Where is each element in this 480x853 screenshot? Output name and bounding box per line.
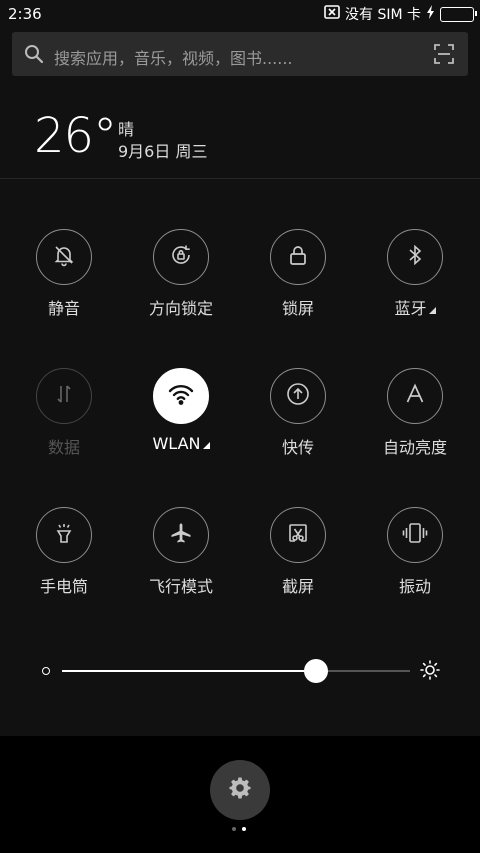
toggle-label: 静音 bbox=[47, 299, 80, 318]
toggle-quick-transfer[interactable]: 快传 bbox=[243, 368, 353, 458]
brightness-low-icon bbox=[42, 667, 50, 675]
toggle-screenshot[interactable]: 截屏 bbox=[243, 507, 353, 597]
page-indicator bbox=[232, 827, 246, 831]
toggle-auto-brightness-circle[interactable] bbox=[387, 368, 443, 424]
charging-icon bbox=[426, 5, 435, 23]
toggle-rotation-lock[interactable]: 方向锁定 bbox=[126, 229, 236, 319]
search-icon bbox=[24, 44, 44, 68]
bluetooth-icon bbox=[403, 243, 427, 271]
rotation-lock-icon bbox=[169, 243, 193, 271]
battery-icon bbox=[440, 6, 477, 22]
toggle-quick-transfer-circle[interactable] bbox=[270, 368, 326, 424]
toggle-label: WLAN bbox=[126, 434, 236, 453]
brightness-slider-knob[interactable] bbox=[304, 659, 329, 683]
search-bar[interactable]: 搜索应用，音乐，视频，图书...... bbox=[12, 32, 468, 76]
brightness-high-icon bbox=[420, 660, 440, 684]
weather-date: 9月6日 周三 bbox=[118, 142, 208, 161]
status-right: 没有 SIM 卡 bbox=[324, 4, 477, 24]
weather-condition: 晴 bbox=[118, 120, 135, 139]
toggle-rotation-lock-circle[interactable] bbox=[153, 229, 209, 285]
toggle-vibrate-circle[interactable] bbox=[387, 507, 443, 563]
toggle-label: 手电筒 bbox=[39, 577, 88, 596]
status-time: 2:36 bbox=[8, 5, 42, 23]
silent-bell-icon bbox=[52, 243, 76, 271]
toggle-mobile-data[interactable]: 数据 bbox=[9, 368, 119, 458]
toggle-flashlight-circle[interactable] bbox=[36, 507, 92, 563]
screenshot-icon bbox=[286, 521, 310, 549]
vibrate-icon bbox=[401, 521, 429, 549]
more-indicator-icon bbox=[202, 442, 210, 449]
toggle-mobile-data-circle[interactable] bbox=[36, 368, 92, 424]
toggle-label: 飞行模式 bbox=[148, 577, 213, 596]
toggle-screenshot-circle[interactable] bbox=[270, 507, 326, 563]
toggle-auto-brightness[interactable]: 自动亮度 bbox=[360, 368, 470, 458]
status-bar: 2:36 没有 SIM 卡 bbox=[0, 0, 480, 28]
quick-transfer-icon bbox=[285, 381, 311, 411]
toggle-silent[interactable]: 静音 bbox=[9, 229, 119, 319]
toggle-bluetooth-circle[interactable] bbox=[387, 229, 443, 285]
settings-button[interactable] bbox=[210, 760, 270, 820]
sim-status-text: 没有 SIM 卡 bbox=[345, 7, 421, 23]
airplane-icon bbox=[169, 521, 193, 549]
gear-icon bbox=[228, 776, 252, 804]
search-placeholder: 搜索应用，音乐，视频，图书...... bbox=[54, 49, 293, 68]
toggle-bluetooth[interactable]: 蓝牙 bbox=[360, 229, 470, 319]
toggle-label: 方向锁定 bbox=[148, 299, 213, 318]
toggle-label: 锁屏 bbox=[281, 299, 314, 318]
more-indicator-icon bbox=[428, 307, 436, 314]
brightness-slider-fill bbox=[62, 670, 317, 672]
auto-brightness-icon bbox=[403, 382, 427, 410]
flashlight-icon bbox=[52, 521, 76, 549]
toggle-lock-screen-circle[interactable] bbox=[270, 229, 326, 285]
toggle-wlan[interactable]: WLAN bbox=[126, 368, 236, 453]
scan-icon[interactable] bbox=[434, 44, 454, 68]
toggle-label: 截屏 bbox=[281, 577, 314, 596]
toggle-airplane-mode[interactable]: 飞行模式 bbox=[126, 507, 236, 597]
divider bbox=[0, 178, 480, 179]
mobile-data-icon bbox=[52, 382, 76, 410]
no-sim-icon bbox=[324, 5, 340, 23]
toggle-vibrate[interactable]: 振动 bbox=[360, 507, 470, 597]
toggle-lock-screen[interactable]: 锁屏 bbox=[243, 229, 353, 319]
temperature: 26° bbox=[34, 108, 117, 164]
toggle-flashlight[interactable]: 手电筒 bbox=[9, 507, 119, 597]
lock-icon bbox=[286, 243, 310, 271]
toggle-silent-circle[interactable] bbox=[36, 229, 92, 285]
control-center-panel: 2:36 没有 SIM 卡 搜索应用，音乐，视频，图书...... 26° 晴 … bbox=[0, 0, 480, 736]
toggle-label: 快传 bbox=[281, 438, 314, 457]
toggle-label: 振动 bbox=[398, 577, 431, 596]
wifi-icon bbox=[167, 382, 195, 410]
page-dot bbox=[242, 827, 246, 831]
toggle-wlan-circle[interactable] bbox=[153, 368, 209, 424]
page-dot bbox=[232, 827, 236, 831]
toggle-label: 数据 bbox=[47, 438, 80, 457]
toggle-label: 蓝牙 bbox=[360, 295, 470, 319]
toggle-airplane-mode-circle[interactable] bbox=[153, 507, 209, 563]
brightness-slider[interactable] bbox=[62, 670, 410, 672]
toggle-label: 自动亮度 bbox=[382, 438, 447, 457]
